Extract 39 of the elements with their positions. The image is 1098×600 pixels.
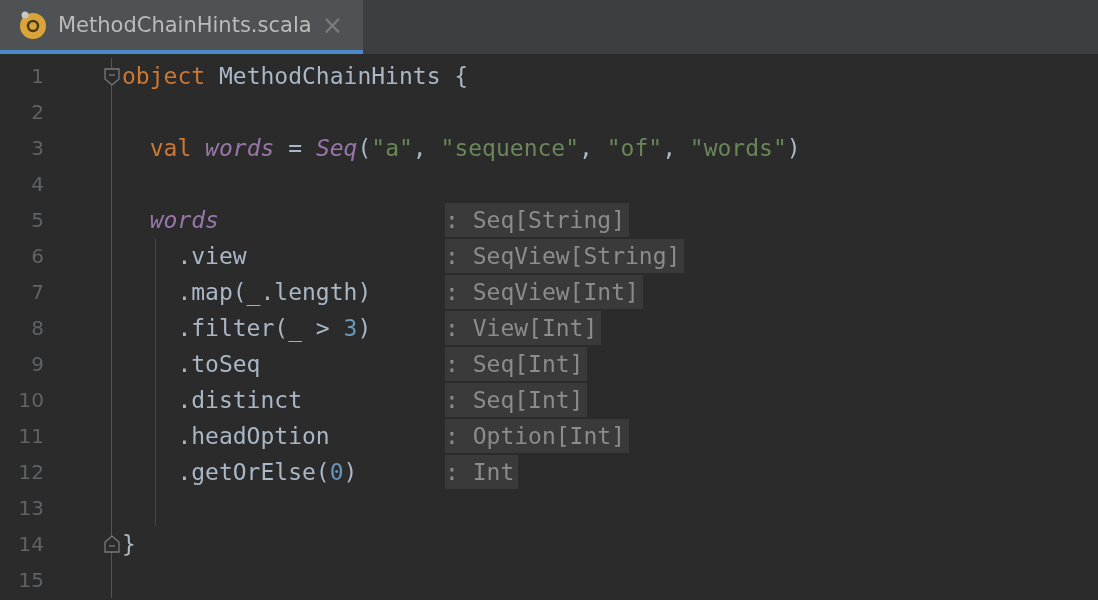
line-number: 2 xyxy=(30,100,44,124)
type-hint: : View[Int] xyxy=(445,311,602,345)
type-hint: : Seq[Int] xyxy=(445,347,588,381)
line-number: 5 xyxy=(30,208,44,232)
line-number: 9 xyxy=(30,352,44,376)
line-number: 13 xyxy=(17,496,44,520)
scala-file-icon xyxy=(18,10,48,40)
line-number: 11 xyxy=(17,424,44,448)
code-line: .getOrElse(0) xyxy=(176,459,358,485)
code-line: .filter(_ > 3) xyxy=(176,315,372,341)
code-line: .view xyxy=(176,243,247,269)
type-hint: : Seq[String] xyxy=(445,203,629,237)
code-line: object MethodChainHints { xyxy=(122,63,469,89)
type-hint: : Int xyxy=(445,455,519,489)
code-line: words xyxy=(148,207,219,233)
line-number: 10 xyxy=(17,388,44,412)
fold-icon[interactable] xyxy=(104,535,120,553)
type-hint: : Option[Int] xyxy=(445,419,629,453)
line-number: 4 xyxy=(30,172,44,196)
type-hint: : SeqView[String] xyxy=(445,239,685,273)
code-line: .map(_.length) xyxy=(176,279,372,305)
type-hint: : SeqView[Int] xyxy=(445,275,643,309)
code-line: val words = Seq("a", "sequence", "of", "words") xyxy=(148,135,801,161)
line-number: 3 xyxy=(30,136,44,160)
fold-icon[interactable] xyxy=(104,68,120,86)
file-tab[interactable]: MethodChainHints.scala × xyxy=(0,0,364,54)
line-number: 1 xyxy=(30,64,44,88)
line-number: 6 xyxy=(30,244,44,268)
line-number: 14 xyxy=(17,532,44,556)
code-line: } xyxy=(122,531,136,557)
type-hint: : Seq[Int] xyxy=(445,383,588,417)
tab-title: MethodChainHints.scala xyxy=(58,13,312,37)
line-number: 8 xyxy=(30,316,44,340)
line-number: 7 xyxy=(30,280,44,304)
code-line: .distinct xyxy=(176,387,302,413)
line-number: 15 xyxy=(17,568,44,592)
line-number: 12 xyxy=(17,460,44,484)
code-line: .toSeq xyxy=(176,351,261,377)
code-line: .headOption xyxy=(176,423,330,449)
